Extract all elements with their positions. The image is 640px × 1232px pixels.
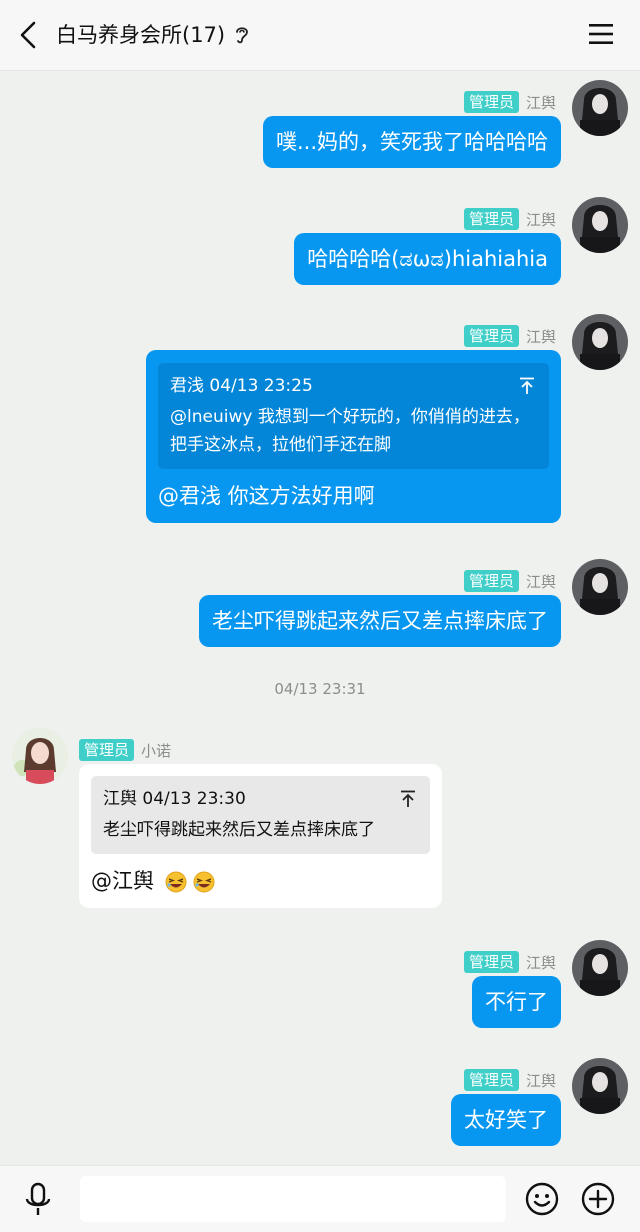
message-input[interactable] [80,1176,506,1222]
message-bubble[interactable]: 不行了 [472,976,561,1028]
chat-title: 白马养身会所(17) [56,23,226,47]
laughing-emoji-icon [165,871,187,893]
avatar[interactable] [12,728,68,784]
jump-to-top-icon[interactable] [519,377,535,395]
quote-header: 江舆 04/13 23:30 [103,789,246,809]
laughing-emoji-icon [193,871,215,893]
menu-icon[interactable] [588,22,614,46]
back-arrow-icon[interactable] [14,20,44,50]
admin-badge: 管理员 [463,570,519,592]
sender-name: 江舆 [525,210,556,229]
chat-timestamp: 04/13 23:31 [274,680,366,698]
sender-meta: 管理员 江舆 [463,90,556,114]
avatar[interactable] [572,197,628,253]
admin-badge: 管理员 [463,1069,519,1091]
message-bubble[interactable]: 老尘吓得跳起来然后又差点摔床底了 [199,595,561,647]
sender-meta: 管理员 江舆 [463,950,556,974]
quote-header: 君浅 04/13 23:25 [170,376,313,396]
sender-name: 江舆 [525,572,556,591]
avatar[interactable] [572,940,628,996]
admin-badge: 管理员 [463,951,519,973]
sender-name: 小诺 [141,741,172,760]
quoted-message[interactable]: 君浅 04/13 23:25 @lneuiwy 我想到一个好玩的，你俏俏的进去，… [158,363,549,469]
avatar[interactable] [572,559,628,615]
avatar[interactable] [572,314,628,370]
sender-meta: 管理员 江舆 [463,207,556,231]
reply-text: @江舆 [91,869,154,893]
message-bubble[interactable]: 太好笑了 [451,1094,561,1146]
chat-header: 白马养身会所(17) [0,0,640,71]
microphone-icon[interactable] [22,1182,54,1218]
sender-name: 江舆 [525,327,556,346]
sender-name: 江舆 [525,93,556,112]
message-bubble[interactable]: 哈哈哈哈(ಡωಡ)hiahiahia [294,233,561,285]
emoji-icon[interactable] [525,1182,559,1216]
avatar[interactable] [572,1058,628,1114]
sender-meta: 管理员 江舆 [463,569,556,593]
admin-badge: 管理员 [463,208,519,230]
jump-to-top-icon[interactable] [400,790,416,808]
input-bar [0,1165,640,1232]
avatar[interactable] [572,80,628,136]
sender-meta: 管理员 江舆 [463,324,556,348]
admin-badge: 管理员 [463,91,519,113]
quote-text: 老尘吓得跳起来然后又差点摔床底了 [103,820,375,840]
admin-badge: 管理员 [79,739,135,761]
message-bubble[interactable]: 噗...妈的，笑死我了哈哈哈哈 [262,116,561,168]
sender-meta: 管理员 江舆 [463,1068,556,1092]
sender-name: 江舆 [525,953,556,972]
admin-badge: 管理员 [463,325,519,347]
quote-text: @lneuiwy 我想到一个好玩的，你俏俏的进去，把手这冰点，拉他们手还在脚 [170,407,530,455]
reply-text: @君浅 你这方法好用啊 [158,484,375,508]
sender-name: 江舆 [525,1071,556,1090]
ear-icon [236,27,248,44]
plus-icon[interactable] [581,1182,615,1216]
sender-meta: 管理员 小诺 [79,738,171,762]
message-bubble[interactable]: 君浅 04/13 23:25 @lneuiwy 我想到一个好玩的，你俏俏的进去，… [146,350,561,523]
message-bubble[interactable]: 江舆 04/13 23:30 老尘吓得跳起来然后又差点摔床底了 @江舆 [79,764,442,908]
reply-line: @江舆 [91,866,430,896]
quoted-message[interactable]: 江舆 04/13 23:30 老尘吓得跳起来然后又差点摔床底了 [91,776,430,854]
